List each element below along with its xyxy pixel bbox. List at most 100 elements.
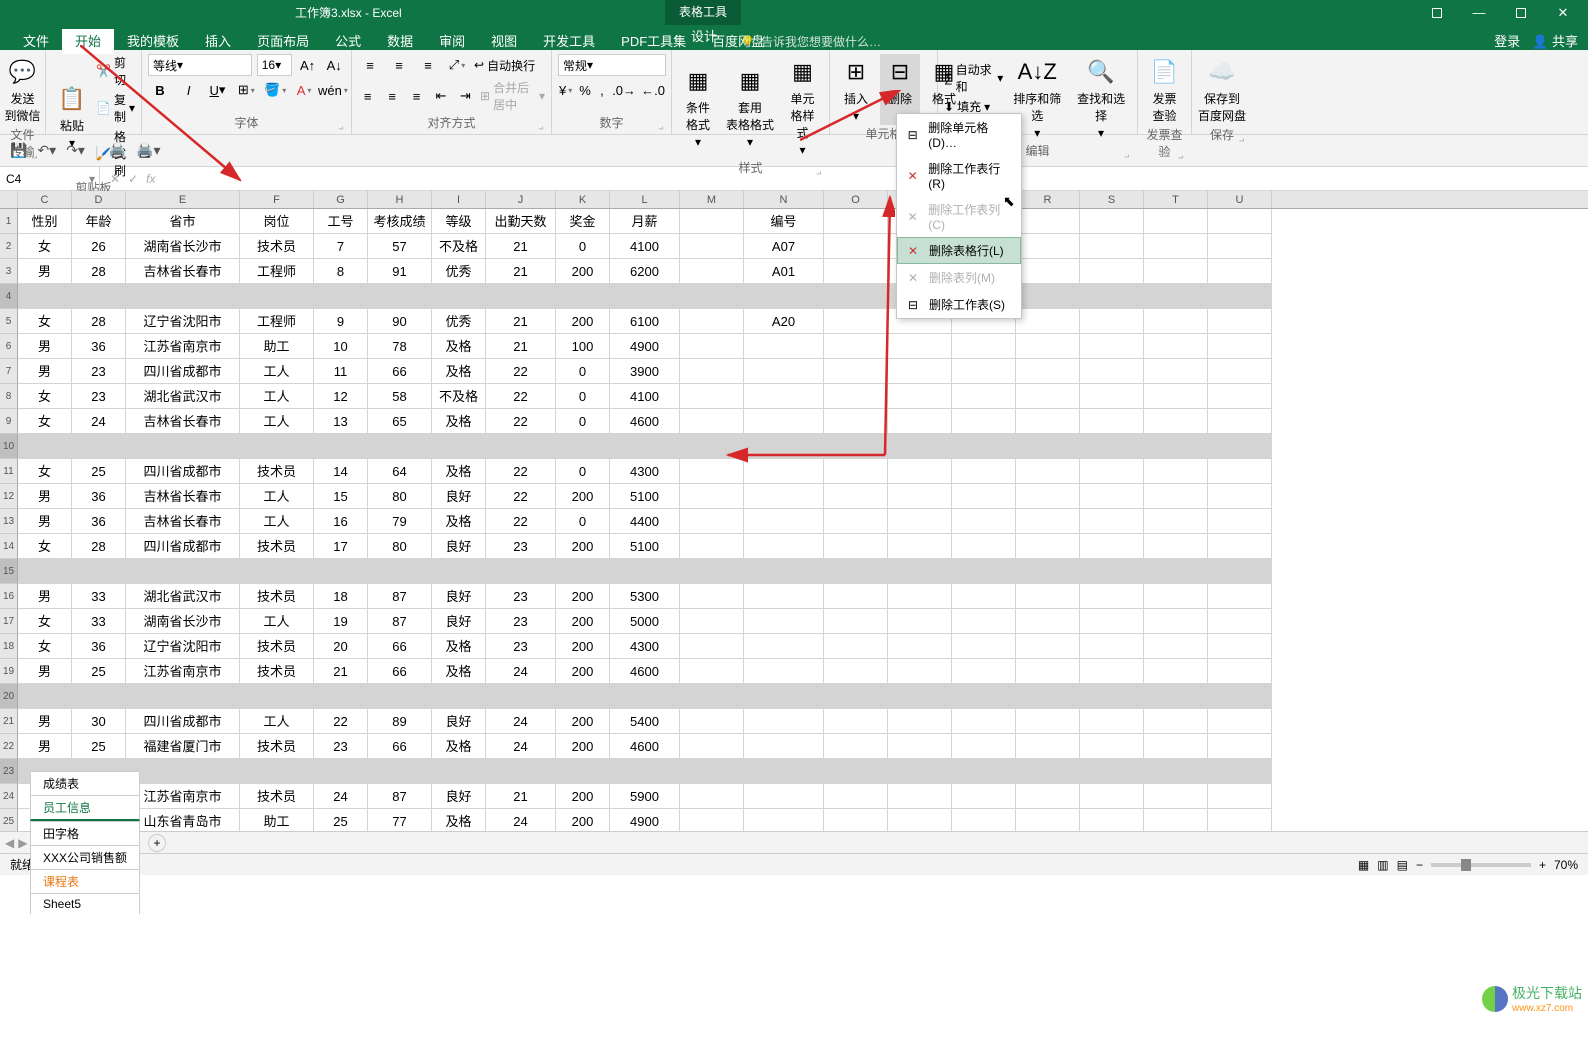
- cell[interactable]: 24: [72, 409, 126, 434]
- cell[interactable]: [1208, 684, 1272, 709]
- table-row[interactable]: 7男23四川省成都市工人1166及格2203900: [0, 359, 1588, 384]
- cell[interactable]: [744, 584, 824, 609]
- print-icon[interactable]: 🖨️▾: [136, 142, 160, 159]
- cell[interactable]: [888, 784, 952, 809]
- cell[interactable]: 技术员: [240, 459, 314, 484]
- cell[interactable]: [744, 534, 824, 559]
- cell[interactable]: 23: [72, 359, 126, 384]
- wrap-text-button[interactable]: ↩ 自动换行: [474, 57, 535, 74]
- cell[interactable]: [1016, 334, 1080, 359]
- cell[interactable]: [744, 284, 824, 309]
- table-row[interactable]: 25女26山东省青岛市助工2577及格242004900: [0, 809, 1588, 831]
- cell[interactable]: 技术员: [240, 659, 314, 684]
- cell[interactable]: 及格: [432, 809, 486, 831]
- decrease-font-icon[interactable]: A↓: [323, 54, 345, 76]
- cell[interactable]: 200: [556, 259, 610, 284]
- cell[interactable]: [888, 334, 952, 359]
- cell[interactable]: 不及格: [432, 384, 486, 409]
- cell[interactable]: 良好: [432, 484, 486, 509]
- cell[interactable]: [1080, 259, 1144, 284]
- header-cell[interactable]: [1080, 209, 1144, 234]
- col-header-D[interactable]: D: [72, 191, 126, 208]
- zoom-out-icon[interactable]: −: [1416, 858, 1423, 872]
- row-header-7[interactable]: 7: [0, 359, 18, 384]
- cell[interactable]: [1080, 384, 1144, 409]
- cell[interactable]: [680, 609, 744, 634]
- col-header-G[interactable]: G: [314, 191, 368, 208]
- cell[interactable]: 16: [314, 509, 368, 534]
- align-bottom-icon[interactable]: ≡: [416, 54, 440, 76]
- sheet-tab-员工信息[interactable]: 员工信息: [30, 795, 140, 821]
- cell[interactable]: [824, 259, 888, 284]
- cell[interactable]: [126, 434, 240, 459]
- col-header-C[interactable]: C: [18, 191, 72, 208]
- cell[interactable]: 23: [486, 634, 556, 659]
- sheet-tab-成绩表[interactable]: 成绩表: [30, 771, 140, 795]
- cell[interactable]: [680, 284, 744, 309]
- cell[interactable]: [1144, 609, 1208, 634]
- cell[interactable]: [1144, 684, 1208, 709]
- cell[interactable]: 辽宁省沈阳市: [126, 309, 240, 334]
- cell[interactable]: [1080, 309, 1144, 334]
- cell[interactable]: [824, 534, 888, 559]
- cell[interactable]: 良好: [432, 709, 486, 734]
- fill-color-button[interactable]: 🪣: [263, 79, 287, 101]
- ribbon-options-icon[interactable]: [1417, 2, 1457, 24]
- cell[interactable]: 80: [368, 534, 432, 559]
- cell[interactable]: 64: [368, 459, 432, 484]
- cell[interactable]: [824, 459, 888, 484]
- cell[interactable]: 23: [314, 734, 368, 759]
- cell[interactable]: [824, 584, 888, 609]
- cell[interactable]: [1208, 234, 1272, 259]
- cell[interactable]: [1016, 259, 1080, 284]
- cell[interactable]: 6200: [610, 259, 680, 284]
- cell[interactable]: [1208, 734, 1272, 759]
- cell[interactable]: 87: [368, 609, 432, 634]
- cell[interactable]: 吉林省长春市: [126, 484, 240, 509]
- cell[interactable]: 36: [72, 634, 126, 659]
- cell[interactable]: [952, 534, 1016, 559]
- cell[interactable]: [1080, 759, 1144, 784]
- cell[interactable]: 工人: [240, 609, 314, 634]
- table-row[interactable]: 22男25福建省厦门市技术员2366及格242004600: [0, 734, 1588, 759]
- sheet-prev-icon[interactable]: ◀: [5, 836, 14, 850]
- col-header-H[interactable]: H: [368, 191, 432, 208]
- cell[interactable]: 23: [486, 584, 556, 609]
- cell[interactable]: [744, 459, 824, 484]
- cell[interactable]: 91: [368, 259, 432, 284]
- cell[interactable]: [824, 384, 888, 409]
- cell[interactable]: [126, 284, 240, 309]
- cell[interactable]: [824, 409, 888, 434]
- cell[interactable]: 女: [18, 634, 72, 659]
- cell[interactable]: 24: [486, 809, 556, 831]
- cell[interactable]: [680, 434, 744, 459]
- cell[interactable]: [680, 259, 744, 284]
- cell[interactable]: 5100: [610, 534, 680, 559]
- cell[interactable]: [18, 559, 72, 584]
- cell[interactable]: [1144, 334, 1208, 359]
- cell[interactable]: 福建省厦门市: [126, 734, 240, 759]
- cell[interactable]: [1208, 309, 1272, 334]
- cell[interactable]: 200: [556, 534, 610, 559]
- align-center-icon[interactable]: ≡: [382, 85, 401, 107]
- indent-left-icon[interactable]: ⇤: [431, 85, 450, 107]
- cell[interactable]: 江苏省南京市: [126, 334, 240, 359]
- cell[interactable]: 22: [486, 409, 556, 434]
- cell[interactable]: [824, 784, 888, 809]
- cell[interactable]: [314, 434, 368, 459]
- cell[interactable]: [680, 309, 744, 334]
- header-cell[interactable]: 岗位: [240, 209, 314, 234]
- cell[interactable]: 36: [72, 484, 126, 509]
- cell[interactable]: 良好: [432, 784, 486, 809]
- cell[interactable]: [1144, 234, 1208, 259]
- cell[interactable]: [240, 434, 314, 459]
- row-header-19[interactable]: 19: [0, 659, 18, 684]
- cell[interactable]: [888, 434, 952, 459]
- cell[interactable]: 200: [556, 709, 610, 734]
- cell[interactable]: [680, 559, 744, 584]
- invoice-check-button[interactable]: 📄发票 查验: [1144, 54, 1185, 126]
- cell[interactable]: [368, 284, 432, 309]
- cut-button[interactable]: ✂️剪切: [96, 54, 135, 88]
- cell[interactable]: [888, 409, 952, 434]
- col-header-R[interactable]: R: [1016, 191, 1080, 208]
